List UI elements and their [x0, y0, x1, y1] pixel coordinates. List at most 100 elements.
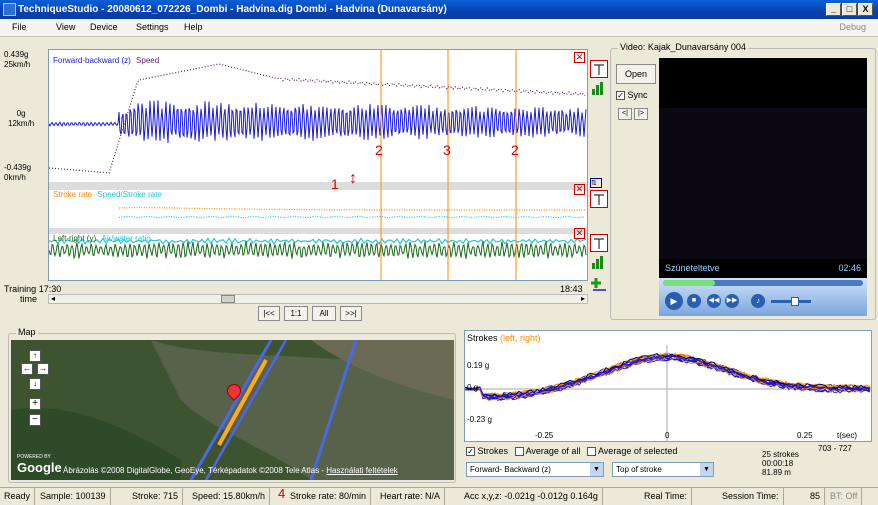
maximize-button[interactable]: □	[842, 3, 857, 16]
strokes-x1: -0.25	[535, 431, 554, 440]
status-ready: Ready	[0, 488, 36, 505]
legend-fb: Forward-backward (z)	[53, 56, 131, 65]
last-button[interactable]: >>|	[340, 306, 362, 321]
legend-speed: Speed	[136, 56, 160, 65]
avg-selected-checkbox[interactable]	[586, 447, 596, 457]
volume-icon[interactable]: ♪	[751, 294, 765, 308]
title-bar: TechniqueStudio - 20080612_072226_Dombi …	[0, 0, 878, 19]
annotation-2a: 2	[375, 142, 383, 158]
sync-label: Sync	[627, 90, 648, 100]
close-pane-icon[interactable]: ✕	[574, 52, 585, 63]
graph-svg	[49, 50, 587, 280]
legend-speed-stroke: Speed/Stroke rate	[97, 190, 162, 199]
chevron-down-icon[interactable]: ▼	[700, 463, 713, 476]
axis-label: 0g	[16, 109, 26, 118]
play-icon[interactable]: ▶	[665, 292, 683, 310]
top-legend: Forward-backward (z) Speed	[53, 56, 159, 65]
align-select-value: Top of stroke	[616, 465, 662, 474]
terms-link[interactable]: Használati feltételek	[326, 466, 398, 475]
sync-checkbox[interactable]: ✓ Sync	[616, 90, 648, 101]
add-graph-icon[interactable]	[590, 276, 608, 294]
close-pane-icon[interactable]: ✕	[574, 184, 585, 195]
strokes-options: ✓ Strokes Average of all Average of sele…	[466, 446, 678, 457]
stroke-count: 25 strokes	[762, 450, 799, 459]
media-controls: ▶ ■ ◀◀ ▶▶ ♪	[659, 278, 867, 316]
stop-icon[interactable]: ■	[687, 294, 701, 308]
pan-up-icon[interactable]: ↑	[29, 350, 41, 362]
axis-select-value: Forward- Backward (z)	[470, 465, 551, 474]
avg-selected-label: Average of selected	[597, 446, 678, 456]
scale-icon[interactable]	[590, 60, 608, 78]
first-button[interactable]: |<<	[258, 306, 280, 321]
updown-arrow-icon: ↕	[349, 170, 357, 187]
credits-text: Ábrázolás ©2008 DigitalGlobe, GeoEye, Té…	[63, 466, 320, 475]
menu-help[interactable]: Help	[184, 22, 203, 32]
legend-left-right: Left-right (y)	[53, 234, 97, 243]
video-prev-button[interactable]: <|	[618, 108, 632, 120]
axis-label: 0km/h	[4, 173, 26, 182]
strokes-graph[interactable]: Strokes (left, right) 0.19 g 0 g -0.23 g…	[464, 330, 872, 442]
strokes-checkbox-label: Strokes	[477, 446, 509, 456]
axis-label: 25km/h	[4, 60, 31, 69]
status-bar: Ready Sample: 100139 Stroke: 715 Speed: …	[0, 487, 878, 505]
annotation-3: 3	[443, 142, 451, 158]
mid-axis-labels: 0g 12km/h	[8, 109, 34, 129]
legend-stroke-rate: Stroke rate	[53, 190, 93, 199]
pan-right-icon[interactable]: →	[37, 363, 49, 375]
all-button[interactable]: All	[312, 306, 336, 321]
minimize-button[interactable]: _	[826, 3, 841, 16]
axis-label: -0.439g	[4, 163, 32, 172]
open-button[interactable]: Open	[616, 64, 656, 84]
scale-icon[interactable]	[590, 190, 608, 208]
map-credits: Ábrázolás ©2008 DigitalGlobe, GeoEye, Té…	[63, 466, 398, 475]
stroke-rate-trace	[118, 207, 585, 211]
avg-all-checkbox[interactable]	[514, 447, 524, 457]
separator-band[interactable]	[49, 182, 587, 190]
one-to-one-button[interactable]: 1:1	[284, 306, 308, 321]
status-bt: BT: Off	[826, 488, 863, 505]
map-imagery	[11, 340, 454, 480]
menu-file[interactable]: File	[12, 22, 27, 32]
menu-device[interactable]: Device	[90, 22, 118, 32]
align-select[interactable]: Top of stroke ▼	[612, 462, 714, 477]
scroll-thumb[interactable]	[221, 295, 235, 303]
close-pane-icon[interactable]: ✕	[574, 228, 585, 239]
main-graph[interactable]: Forward-backward (z) Speed Stroke rate S…	[48, 49, 588, 281]
close-button[interactable]: X	[858, 3, 873, 16]
scroll-left-icon[interactable]: ◂	[51, 295, 55, 303]
video-progress[interactable]	[663, 280, 863, 286]
speed-stroke-trace	[118, 215, 586, 219]
video-progress-fill	[663, 280, 715, 286]
pan-down-icon[interactable]: ↓	[29, 378, 41, 390]
chevron-down-icon[interactable]: ▼	[590, 463, 603, 476]
checkbox-icon[interactable]: ✓	[616, 91, 625, 101]
rewind-icon[interactable]: ◀◀	[707, 294, 721, 308]
video-display[interactable]: Szüneteltetve 02:46	[659, 58, 867, 278]
volume-slider[interactable]	[771, 297, 811, 306]
start-time: 17:30	[38, 284, 62, 294]
map-group-title: Map	[16, 327, 38, 337]
zoom-in-icon[interactable]: +	[29, 398, 41, 410]
debug-label: Debug	[839, 22, 866, 32]
time-scrollbar[interactable]: ◂ ▸	[48, 294, 588, 304]
scale-icon[interactable]	[590, 234, 608, 252]
axis-select[interactable]: Forward- Backward (z) ▼	[466, 462, 604, 477]
strokes-range: 703 - 727	[818, 444, 852, 453]
menu-bar: File View Device Settings Help Debug	[0, 19, 878, 37]
video-next-button[interactable]: |>	[634, 108, 648, 120]
menu-view[interactable]: View	[56, 22, 75, 32]
top-axis-labels: 0.439g 25km/h	[4, 50, 30, 70]
fast-forward-icon[interactable]: ▶▶	[725, 294, 739, 308]
pan-left-icon[interactable]: ←	[21, 363, 33, 375]
zoom-out-icon[interactable]: −	[29, 414, 41, 426]
volume-thumb[interactable]	[791, 297, 799, 306]
map-view[interactable]: ↑ ← → ↓ + − POWERED BY Google Ábrázolás …	[11, 340, 454, 480]
video-status: Szüneteltetve	[665, 263, 720, 273]
swap-icon[interactable]: ⇅	[590, 178, 602, 188]
strokes-checkbox[interactable]: ✓	[466, 447, 475, 457]
status-stroke: Stroke: 715	[128, 488, 184, 505]
bars-icon[interactable]	[590, 80, 608, 98]
menu-settings[interactable]: Settings	[136, 22, 169, 32]
bars-icon[interactable]	[590, 254, 608, 272]
scroll-right-icon[interactable]: ▸	[581, 295, 585, 303]
